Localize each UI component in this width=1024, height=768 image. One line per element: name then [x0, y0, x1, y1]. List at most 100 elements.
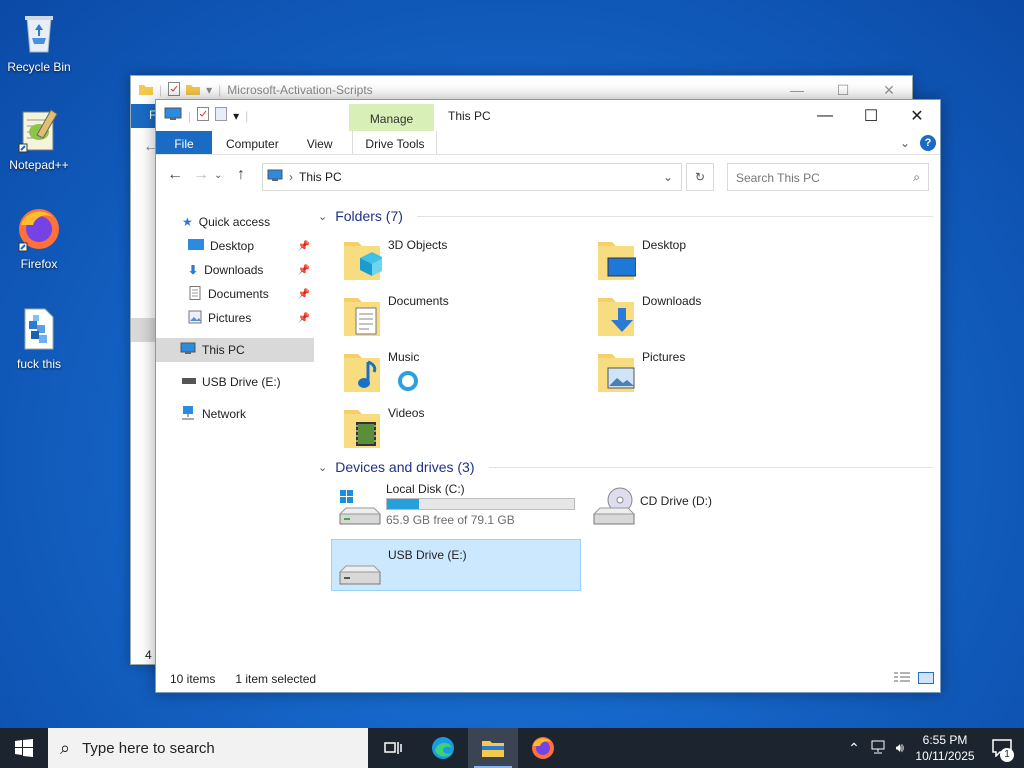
firefox-icon	[532, 737, 554, 759]
search-icon: ⌕	[913, 170, 920, 184]
recent-locations-icon[interactable]: ⌄	[214, 170, 228, 181]
show-hidden-icons-icon[interactable]: ⌃	[842, 740, 866, 757]
clock[interactable]: 6:55 PM 10/11/2025	[910, 732, 980, 764]
tab-drive-tools[interactable]: Drive Tools	[352, 131, 438, 154]
nav-item-pictures[interactable]: Pictures 📌	[156, 306, 314, 330]
drive-usage-fill	[387, 499, 419, 509]
action-center-button[interactable]: 1	[980, 728, 1024, 768]
new-item-icon[interactable]	[215, 107, 228, 124]
notification-badge: 1	[1000, 748, 1014, 762]
nav-item-desktop[interactable]: Desktop 📌	[156, 234, 314, 258]
taskbar-firefox[interactable]	[518, 728, 568, 768]
pictures-folder-icon	[596, 348, 636, 394]
nav-label: Pictures	[208, 311, 252, 325]
documents-folder-icon	[342, 292, 382, 338]
task-view-button[interactable]	[368, 728, 418, 768]
chevron-down-icon: ⌄	[318, 210, 328, 223]
titlebar: | ▾ | Manage This PC — ☐ ✕	[156, 100, 940, 131]
up-arrow-icon[interactable]: ↑	[228, 166, 254, 184]
tab-computer[interactable]: Computer	[212, 131, 293, 154]
nav-item-usb-drive[interactable]: USB Drive (E:)	[156, 370, 314, 394]
system-tray: ⌃ 🔊︎ 6:55 PM 10/11/2025 1	[842, 728, 1024, 768]
content-area: ⌄ Folders (7) 3D Objects Desktop Documen…	[318, 208, 938, 665]
computer-icon	[180, 342, 196, 358]
nav-item-this-pc[interactable]: This PC	[156, 338, 314, 362]
windows-drive-icon	[336, 486, 382, 530]
forward-arrow-icon[interactable]: →	[188, 166, 214, 184]
folder-desktop[interactable]: Desktop	[572, 236, 812, 286]
network-icon[interactable]	[866, 740, 890, 757]
search-icon: ⌕	[60, 737, 71, 758]
close-icon[interactable]: ✕	[894, 100, 940, 131]
address-dropdown-icon[interactable]: ⌄	[663, 170, 673, 184]
usb-drive-icon	[338, 550, 384, 594]
back-arrow-icon[interactable]: ←	[162, 166, 188, 184]
folders-section-header[interactable]: ⌄ Folders (7)	[318, 204, 933, 228]
minimize-icon[interactable]: —	[802, 100, 848, 131]
large-icons-view-icon[interactable]	[918, 672, 934, 687]
search-placeholder: Type here to search	[82, 739, 215, 757]
drive-name: CD Drive (D:)	[640, 494, 712, 508]
nav-label: Network	[202, 407, 247, 421]
breadcrumb-chevron-icon[interactable]: ›	[289, 170, 293, 184]
desktop-icon-firefox[interactable]: Firefox	[4, 205, 74, 271]
address-bar[interactable]: › This PC ⌄	[262, 163, 682, 191]
back-window-file-tab[interactable]: F	[131, 104, 157, 128]
search-input[interactable]: Search This PC ⌕	[727, 163, 929, 191]
desktop-icon-notepad-plus-plus[interactable]: Notepad++	[4, 106, 74, 172]
folder-downloads[interactable]: Downloads	[572, 292, 812, 342]
properties-icon[interactable]	[197, 107, 210, 124]
volume-icon[interactable]: 🔊︎	[890, 740, 910, 756]
nav-label: Desktop	[210, 239, 255, 253]
desktop-icon-batch-file[interactable]: fuck this	[4, 305, 74, 371]
start-button[interactable]	[0, 728, 48, 768]
folder-music[interactable]: Music	[318, 348, 558, 398]
usb-drive-icon	[182, 375, 196, 389]
taskbar-search-input[interactable]: ⌕ Type here to search	[48, 728, 368, 768]
desktop-icon	[188, 238, 204, 254]
folder-3d-objects[interactable]: 3D Objects	[318, 236, 558, 286]
nav-item-documents[interactable]: Documents 📌	[156, 282, 314, 306]
taskbar-edge[interactable]	[418, 728, 468, 768]
drive-name: Local Disk (C:)	[386, 482, 465, 496]
folder-name: Pictures	[642, 350, 686, 364]
videos-folder-icon	[342, 404, 382, 450]
refresh-button[interactable]: ↻	[686, 163, 714, 191]
computer-icon	[164, 107, 182, 124]
tab-file[interactable]: File	[156, 131, 212, 154]
nav-quick-access[interactable]: ★ Quick access	[156, 210, 314, 234]
help-icon[interactable]: ?	[920, 135, 936, 151]
music-folder-icon	[342, 348, 382, 394]
tab-view[interactable]: View	[293, 131, 347, 154]
folder-documents[interactable]: Documents	[318, 292, 558, 342]
clock-date: 10/11/2025	[915, 749, 975, 763]
desktop-icon-recycle-bin[interactable]: Recycle Bin	[4, 8, 74, 74]
breadcrumb-this-pc[interactable]: This PC	[299, 170, 342, 184]
folder-name: Documents	[388, 294, 449, 308]
drive-local-disk-c[interactable]: Local Disk (C:) 65.9 GB free of 79.1 GB	[330, 482, 580, 534]
notepad-plus-plus-icon	[15, 106, 63, 154]
desktop-folder-icon	[596, 236, 637, 282]
devices-section-header[interactable]: ⌄ Devices and drives (3)	[318, 455, 933, 479]
nav-label: USB Drive (E:)	[202, 375, 281, 389]
folder-videos[interactable]: Videos	[318, 404, 558, 454]
loading-spinner-icon	[398, 371, 418, 391]
customize-qat-icon[interactable]: ▾	[233, 109, 239, 123]
drive-usb-e[interactable]: USB Drive (E:)	[331, 539, 581, 591]
folder-pictures[interactable]: Pictures	[572, 348, 812, 398]
folder-icon	[139, 83, 153, 98]
nav-item-network[interactable]: Network	[156, 402, 314, 426]
explorer-window-this-pc[interactable]: | ▾ | Manage This PC — ☐ ✕ File Computer…	[155, 99, 941, 693]
back-window-selected-nav	[131, 318, 155, 342]
expand-ribbon-icon[interactable]: ⌄	[900, 136, 910, 150]
nav-item-downloads[interactable]: ⬇ Downloads 📌	[156, 258, 314, 282]
drive-free-space: 65.9 GB free of 79.1 GB	[386, 513, 515, 527]
taskbar: ⌕ Type here to search ⌃ 🔊︎ 6:55 PM 10/11…	[0, 728, 1024, 768]
manage-contextual-tab[interactable]: Manage	[349, 104, 434, 131]
drive-cd-d[interactable]: CD Drive (D:)	[584, 482, 834, 534]
details-view-icon[interactable]	[894, 672, 910, 687]
computer-icon	[267, 169, 283, 185]
maximize-icon[interactable]: ☐	[848, 100, 894, 131]
status-bar: 10 items 1 item selected	[156, 666, 940, 692]
taskbar-file-explorer[interactable]	[468, 728, 518, 768]
